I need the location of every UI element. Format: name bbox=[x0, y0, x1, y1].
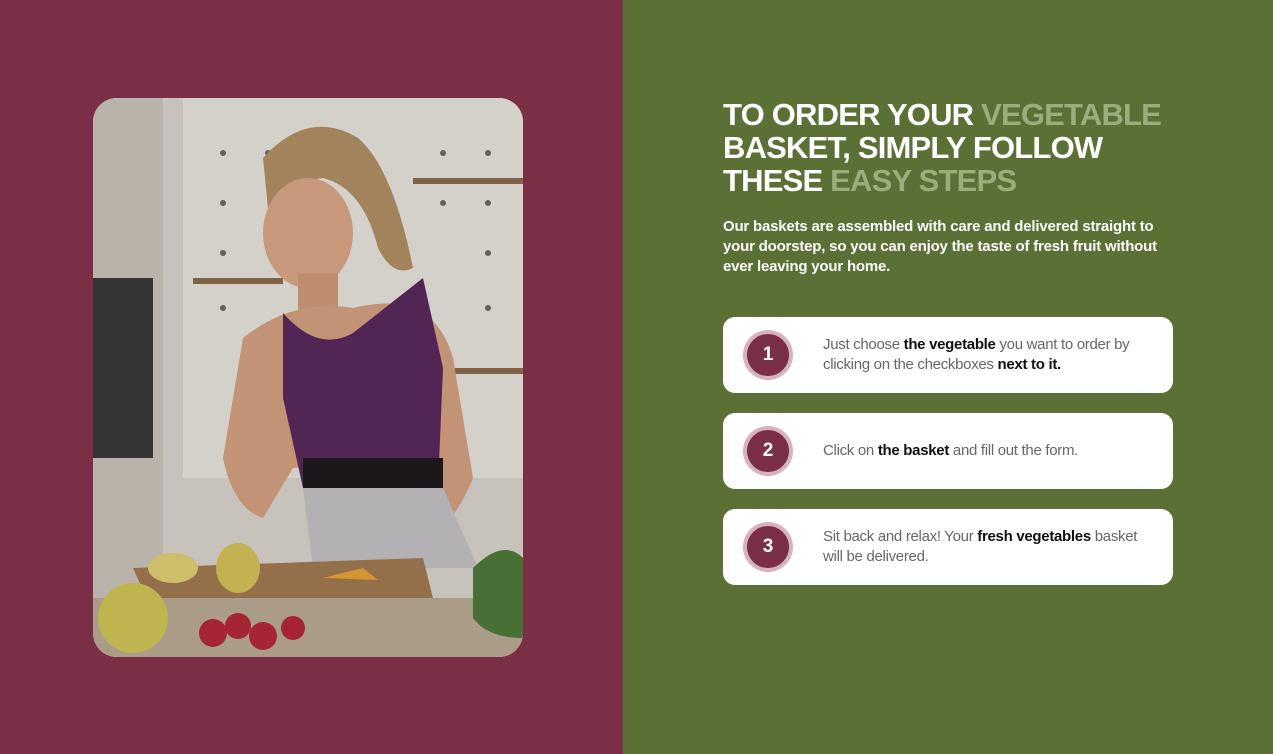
step-text: Just choose the vegetable you want to or… bbox=[823, 335, 1153, 375]
step-number-badge: 1 bbox=[743, 330, 793, 380]
page-title: TO ORDER YOUR VEGETABLE BASKET, SIMPLY F… bbox=[723, 98, 1173, 197]
headline-part3: THESE bbox=[723, 163, 831, 198]
headline-part3-highlight: EASY STEPS bbox=[830, 163, 1017, 198]
step-card: 1 Just choose the vegetable you want to … bbox=[723, 317, 1173, 393]
step-number-badge: 2 bbox=[743, 426, 793, 476]
left-panel bbox=[0, 0, 623, 754]
intro-text: Our baskets are assembled with care and … bbox=[723, 218, 1157, 275]
headline-part1-highlight: VEGETABLE bbox=[981, 97, 1162, 132]
step-text: Click on the basket and fill out the for… bbox=[823, 441, 1153, 461]
step-text-part: and fill out the form. bbox=[949, 442, 1079, 459]
headline-part2: BASKET, SIMPLY FOLLOW bbox=[723, 130, 1103, 165]
order-steps-section: TO ORDER YOUR VEGETABLE BASKET, SIMPLY F… bbox=[723, 98, 1173, 585]
step-text-part: Just choose bbox=[823, 336, 904, 353]
step-text-bold: the vegetable bbox=[903, 336, 996, 353]
woman-cutting-fruit-photo bbox=[93, 98, 523, 657]
step-text-bold: fresh vegetables bbox=[977, 528, 1091, 545]
step-text-part: Sit back and relax! Your bbox=[823, 528, 978, 545]
step-text: Sit back and relax! Your fresh vegetable… bbox=[823, 527, 1153, 567]
photo-illustration bbox=[93, 98, 523, 657]
right-panel: TO ORDER YOUR VEGETABLE BASKET, SIMPLY F… bbox=[623, 0, 1273, 754]
step-card: 2 Click on the basket and fill out the f… bbox=[723, 413, 1173, 489]
step-number-badge: 3 bbox=[743, 522, 793, 572]
step-text-bold: next to it. bbox=[997, 356, 1062, 373]
step-text-part: Click on bbox=[823, 442, 878, 459]
headline-part1: TO ORDER YOUR bbox=[723, 97, 982, 132]
steps-list: 1 Just choose the vegetable you want to … bbox=[723, 317, 1173, 585]
step-card: 3 Sit back and relax! Your fresh vegetab… bbox=[723, 509, 1173, 585]
step-text-bold: the basket bbox=[877, 442, 950, 459]
